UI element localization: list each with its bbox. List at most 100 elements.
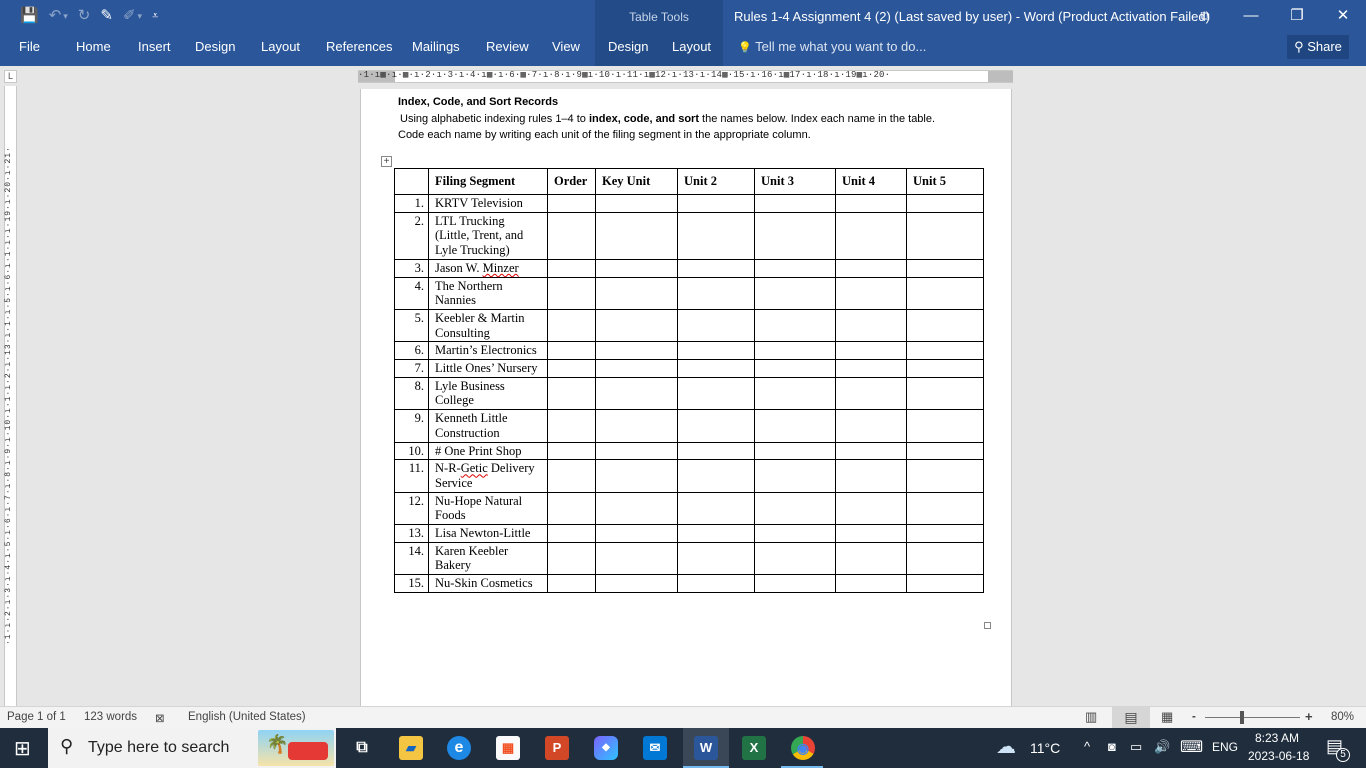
row-number[interactable]: 4. — [394, 276, 429, 310]
ribbon-display-options-button[interactable]: ⧉ — [1185, 4, 1225, 28]
tab-insert[interactable]: Insert — [138, 39, 171, 54]
tab-references[interactable]: References — [326, 39, 392, 54]
header-key-unit[interactable]: Key Unit — [595, 168, 678, 195]
key-unit-cell[interactable] — [595, 359, 678, 378]
horizontal-ruler[interactable]: ·1·ı▦·ı·▦·ı·2·ı·3·ı·4·ı▦·ı·6·▦·7·ı·8·ı·9… — [358, 70, 1013, 83]
edge-icon[interactable]: e — [447, 736, 471, 760]
key-unit-cell[interactable] — [595, 459, 678, 493]
unit-3-cell[interactable] — [754, 574, 836, 593]
unit-4-cell[interactable] — [835, 341, 907, 361]
unit-4-cell[interactable] — [835, 359, 907, 378]
filing-segment-cell[interactable]: Nu-Skin Cosmetics — [428, 574, 548, 593]
save-icon[interactable]: 💾 — [20, 6, 39, 26]
order-cell[interactable] — [547, 409, 596, 443]
table-resize-handle[interactable] — [984, 622, 991, 629]
unit-3-cell[interactable] — [754, 359, 836, 378]
tray-chevron-icon[interactable]: ^ — [1084, 739, 1090, 754]
row-number[interactable]: 5. — [394, 308, 429, 343]
filing-segment-cell[interactable]: Little Ones’ Nursery — [428, 359, 548, 378]
filing-segment-cell[interactable]: N-R-Getic Delivery Service — [428, 459, 548, 493]
zoom-level[interactable]: 80% — [1331, 711, 1354, 723]
unit-5-cell[interactable] — [906, 524, 984, 543]
unit-5-cell[interactable] — [906, 441, 984, 461]
unit-2-cell[interactable] — [677, 491, 755, 526]
row-number[interactable]: 15. — [394, 574, 429, 593]
row-number[interactable]: 7. — [394, 359, 429, 378]
order-cell[interactable] — [547, 524, 596, 543]
pen-icon[interactable]: ✐ — [123, 6, 136, 26]
key-unit-cell[interactable] — [595, 541, 678, 576]
restore-button[interactable]: ❐ — [1277, 4, 1317, 28]
tab-home[interactable]: Home — [76, 39, 111, 54]
order-cell[interactable] — [547, 491, 596, 526]
filing-segment-cell[interactable]: # One Print Shop — [428, 441, 548, 461]
unit-5-cell[interactable] — [906, 491, 984, 526]
unit-4-cell[interactable] — [835, 258, 907, 278]
header-unit-3[interactable]: Unit 3 — [754, 168, 836, 195]
print-layout-icon[interactable]: ▤ — [1112, 707, 1150, 728]
filing-segment-cell[interactable]: The Northern Nannies — [428, 276, 548, 310]
close-button[interactable]: ✕ — [1323, 4, 1363, 28]
header-unit-4[interactable]: Unit 4 — [835, 168, 907, 195]
order-cell[interactable] — [547, 459, 596, 493]
key-unit-cell[interactable] — [595, 491, 678, 526]
undo-dropdown-icon[interactable]: ▾ — [63, 6, 68, 26]
document-page[interactable]: Index, Code, and Sort Records Using alph… — [360, 89, 1012, 706]
redo-icon[interactable]: ↻ — [78, 6, 91, 26]
filing-segment-cell[interactable]: Kenneth Little Construction — [428, 409, 548, 443]
unit-4-cell[interactable] — [835, 441, 907, 461]
excel-icon[interactable]: X — [742, 736, 766, 760]
unit-5-cell[interactable] — [906, 359, 984, 378]
unit-3-cell[interactable] — [754, 211, 836, 260]
read-mode-icon[interactable]: ▥ — [1085, 709, 1097, 725]
unit-5-cell[interactable] — [906, 211, 984, 260]
unit-4-cell[interactable] — [835, 491, 907, 526]
unit-5-cell[interactable] — [906, 258, 984, 278]
row-number[interactable]: 9. — [394, 409, 429, 443]
input-language[interactable]: ENG — [1212, 740, 1238, 754]
unit-3-cell[interactable] — [754, 524, 836, 543]
key-unit-cell[interactable] — [595, 376, 678, 411]
word-count[interactable]: 123 words — [84, 711, 137, 723]
unit-2-cell[interactable] — [677, 211, 755, 260]
header-order[interactable]: Order — [547, 168, 596, 195]
battery-icon[interactable]: ▭ — [1130, 739, 1142, 755]
unit-5-cell[interactable] — [906, 574, 984, 593]
filing-segment-cell[interactable]: Lyle Business College — [428, 376, 548, 411]
order-cell[interactable] — [547, 441, 596, 461]
touch-mode-icon[interactable]: ✎ — [100, 6, 113, 26]
clock-date[interactable]: 2023-06-18 — [1248, 749, 1309, 763]
unit-3-cell[interactable] — [754, 441, 836, 461]
temperature[interactable]: 11°C — [1030, 740, 1060, 756]
row-number[interactable]: 14. — [394, 541, 429, 576]
word-taskbar-button[interactable]: W — [683, 728, 729, 768]
order-cell[interactable] — [547, 258, 596, 278]
key-unit-cell[interactable] — [595, 441, 678, 461]
clock-time[interactable]: 8:23 AM — [1255, 731, 1299, 745]
unit-2-cell[interactable] — [677, 574, 755, 593]
zoom-slider-track[interactable] — [1205, 717, 1300, 718]
row-number[interactable]: 12. — [394, 491, 429, 526]
unit-4-cell[interactable] — [835, 194, 907, 213]
unit-4-cell[interactable] — [835, 524, 907, 543]
undo-icon[interactable]: ↶ — [49, 6, 62, 26]
row-number[interactable]: 13. — [394, 524, 429, 543]
key-unit-cell[interactable] — [595, 194, 678, 213]
proofing-icon[interactable]: ⊠ — [155, 711, 165, 725]
tab-design[interactable]: Design — [195, 39, 235, 54]
web-layout-icon[interactable]: ▦ — [1161, 709, 1173, 725]
unit-3-cell[interactable] — [754, 376, 836, 411]
unit-2-cell[interactable] — [677, 308, 755, 343]
unit-2-cell[interactable] — [677, 409, 755, 443]
unit-3-cell[interactable] — [754, 276, 836, 310]
filing-segment-cell[interactable]: Martin’s Electronics — [428, 341, 548, 361]
unit-4-cell[interactable] — [835, 459, 907, 493]
start-button[interactable]: ⊞ — [14, 736, 31, 761]
meet-now-icon[interactable]: ◙ — [1108, 739, 1116, 754]
unit-4-cell[interactable] — [835, 376, 907, 411]
tab-mailings[interactable]: Mailings — [412, 39, 460, 54]
unit-5-cell[interactable] — [906, 276, 984, 310]
unit-5-cell[interactable] — [906, 194, 984, 213]
unit-2-cell[interactable] — [677, 341, 755, 361]
powerpoint-icon[interactable]: P — [545, 736, 569, 760]
